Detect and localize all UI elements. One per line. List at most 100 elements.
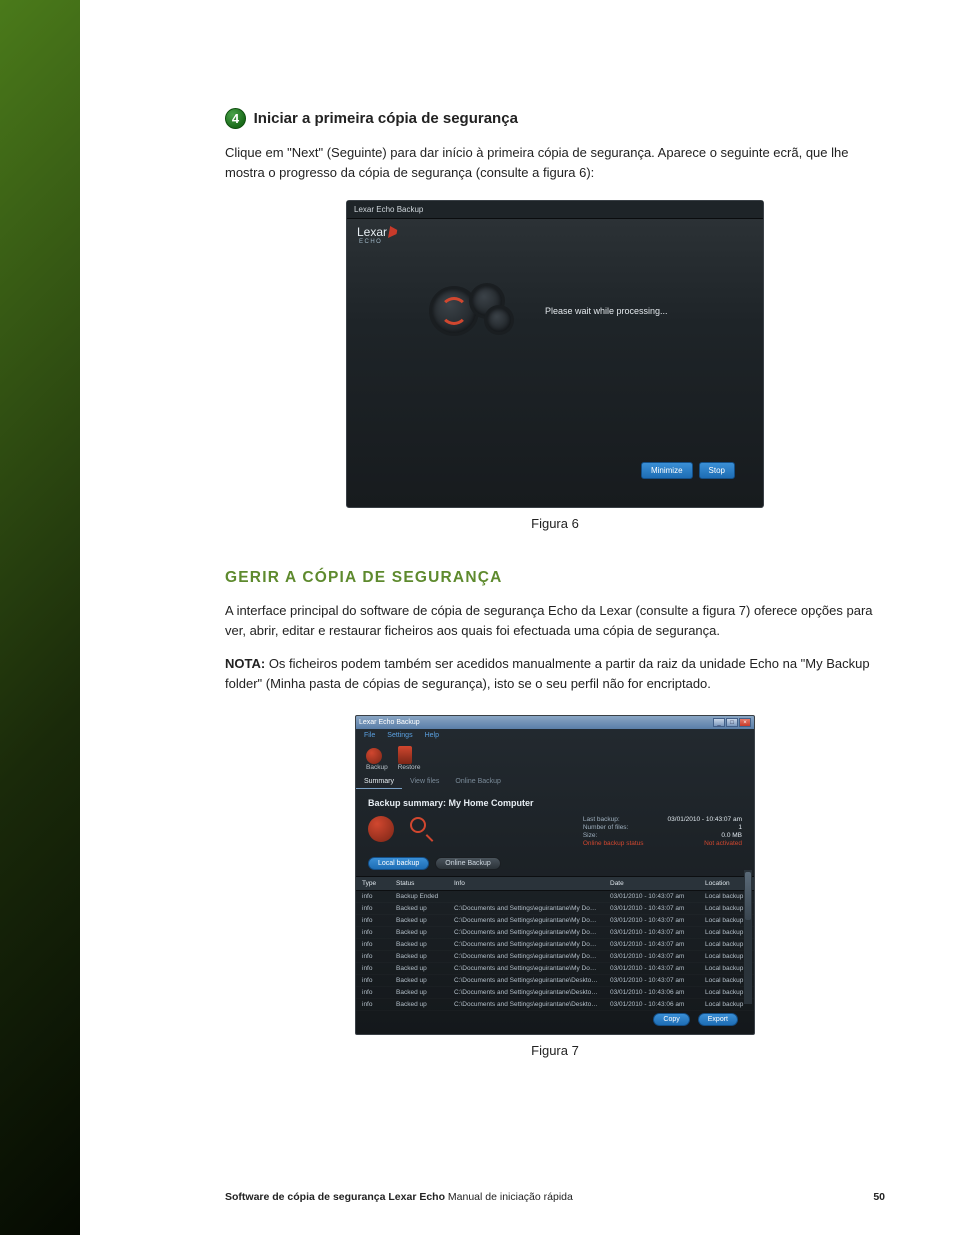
tab-bar: Summary View files Online Backup bbox=[356, 775, 754, 789]
cell-type: info bbox=[356, 951, 390, 963]
note-paragraph: NOTA: Os ficheiros podem também ser aced… bbox=[225, 654, 885, 693]
cell-info: C:\Documents and Settings\eguirantane\My… bbox=[448, 963, 604, 975]
step-title: Iniciar a primeira cópia de segurança bbox=[254, 110, 518, 127]
num-files-label: Number of files: bbox=[583, 824, 644, 831]
cell-date: 03/01/2010 - 10:43:06 am bbox=[604, 999, 699, 1011]
table-row[interactable]: infoBacked upC:\Documents and Settings\e… bbox=[356, 903, 754, 915]
main-window: Lexar Echo Backup _ □ × File Settings He… bbox=[355, 715, 755, 1035]
cell-info: C:\Documents and Settings\eguirantane\My… bbox=[448, 915, 604, 927]
section-paragraph: A interface principal do software de cóp… bbox=[225, 601, 885, 640]
export-button[interactable]: Export bbox=[698, 1013, 738, 1026]
note-text: Os ficheiros podem também ser acedidos m… bbox=[225, 656, 870, 691]
cell-date: 03/01/2010 - 10:43:07 am bbox=[604, 951, 699, 963]
table-row[interactable]: infoBacked upC:\Documents and Settings\e… bbox=[356, 999, 754, 1011]
col-date[interactable]: Date bbox=[604, 877, 699, 891]
close-window-icon[interactable]: × bbox=[739, 718, 751, 727]
table-row[interactable]: infoBacked upC:\Documents and Settings\e… bbox=[356, 951, 754, 963]
scrollbar-thumb[interactable] bbox=[745, 872, 751, 920]
step-header: 4 Iniciar a primeira cópia de segurança bbox=[225, 108, 885, 129]
cell-date: 03/01/2010 - 10:43:07 am bbox=[604, 891, 699, 903]
table-row[interactable]: infoBacked upC:\Documents and Settings\e… bbox=[356, 987, 754, 999]
maximize-window-icon[interactable]: □ bbox=[726, 718, 738, 727]
col-type[interactable]: Type bbox=[356, 877, 390, 891]
processing-window: Lexar Echo Backup Lexar ECHO Please wait… bbox=[346, 200, 764, 508]
table-row[interactable]: infoBacked upC:\Documents and Settings\e… bbox=[356, 915, 754, 927]
cell-type: info bbox=[356, 939, 390, 951]
figure-7-caption: Figura 7 bbox=[531, 1043, 579, 1058]
page-number: 50 bbox=[873, 1191, 885, 1203]
cell-status: Backed up bbox=[390, 915, 448, 927]
copy-button[interactable]: Copy bbox=[653, 1013, 689, 1026]
cell-status: Backed up bbox=[390, 999, 448, 1011]
table-row[interactable]: infoBacked upC:\Documents and Settings\e… bbox=[356, 939, 754, 951]
log-table: Type Status Info Date Location infoBacku… bbox=[356, 876, 754, 1011]
tab-online-backup[interactable]: Online Backup bbox=[447, 775, 509, 789]
cell-type: info bbox=[356, 987, 390, 999]
menu-bar: File Settings Help bbox=[356, 729, 754, 742]
cell-status: Backed up bbox=[390, 975, 448, 987]
cell-type: info bbox=[356, 999, 390, 1011]
cell-date: 03/01/2010 - 10:43:07 am bbox=[604, 903, 699, 915]
status-block: Last backup: 03/01/2010 - 10:43:07 am Nu… bbox=[583, 816, 742, 847]
backup-icon bbox=[366, 748, 382, 764]
window-titlebar: Lexar Echo Backup bbox=[347, 201, 763, 219]
scrollbar[interactable] bbox=[744, 870, 752, 1004]
cell-info: C:\Documents and Settings\eguirantane\My… bbox=[448, 903, 604, 915]
cell-info: C:\Documents and Settings\eguirantane\My… bbox=[448, 939, 604, 951]
online-status-label[interactable]: Online backup status bbox=[583, 840, 644, 847]
online-backup-button[interactable]: Online Backup bbox=[435, 857, 501, 870]
menu-settings[interactable]: Settings bbox=[387, 732, 412, 739]
col-status[interactable]: Status bbox=[390, 877, 448, 891]
last-backup-label: Last backup: bbox=[583, 816, 644, 823]
col-info[interactable]: Info bbox=[448, 877, 604, 891]
footer-product-reg: Manual de iniciação rápida bbox=[445, 1191, 573, 1203]
figure-6: Lexar Echo Backup Lexar ECHO Please wait… bbox=[225, 200, 885, 531]
page-content: 4 Iniciar a primeira cópia de segurança … bbox=[225, 108, 885, 1058]
tab-summary[interactable]: Summary bbox=[356, 775, 402, 789]
local-backup-button[interactable]: Local backup bbox=[368, 857, 429, 870]
tab-view-files[interactable]: View files bbox=[402, 775, 447, 789]
table-row[interactable]: infoBacked upC:\Documents and Settings\e… bbox=[356, 975, 754, 987]
cell-info: C:\Documents and Settings\eguirantane\De… bbox=[448, 975, 604, 987]
cell-type: info bbox=[356, 903, 390, 915]
minimize-button[interactable]: Minimize bbox=[641, 462, 693, 479]
summary-title: Backup summary: My Home Computer bbox=[356, 789, 754, 814]
page-side-strip bbox=[0, 0, 80, 1235]
logo-swoosh-icon bbox=[388, 226, 408, 238]
cell-info: C:\Documents and Settings\eguirantane\My… bbox=[448, 951, 604, 963]
table-row[interactable]: infoBackup Ended03/01/2010 - 10:43:07 am… bbox=[356, 891, 754, 903]
cell-date: 03/01/2010 - 10:43:07 am bbox=[604, 927, 699, 939]
table-row[interactable]: infoBacked upC:\Documents and Settings\e… bbox=[356, 963, 754, 975]
last-backup-value: 03/01/2010 - 10:43:07 am bbox=[668, 816, 742, 823]
toolbar-backup[interactable]: Backup bbox=[366, 748, 388, 771]
menu-help[interactable]: Help bbox=[425, 732, 439, 739]
cell-info: C:\Documents and Settings\eguirantane\De… bbox=[448, 999, 604, 1011]
cell-status: Backed up bbox=[390, 951, 448, 963]
cell-status: Backed up bbox=[390, 903, 448, 915]
cell-info: C:\Documents and Settings\eguirantane\My… bbox=[448, 927, 604, 939]
drive-icon bbox=[368, 816, 394, 842]
minimize-window-icon[interactable]: _ bbox=[713, 718, 725, 727]
footer-product-bold: Software de cópia de segurança Lexar Ech… bbox=[225, 1191, 445, 1203]
stop-button[interactable]: Stop bbox=[699, 462, 735, 479]
figure-6-caption: Figura 6 bbox=[531, 516, 579, 531]
table-row[interactable]: infoBacked upC:\Documents and Settings\e… bbox=[356, 927, 754, 939]
step-paragraph: Clique em "Next" (Seguinte) para dar iní… bbox=[225, 143, 885, 182]
cell-status: Backed up bbox=[390, 987, 448, 999]
note-label: NOTA: bbox=[225, 656, 265, 671]
cell-date: 03/01/2010 - 10:43:07 am bbox=[604, 975, 699, 987]
step-badge: 4 bbox=[225, 108, 246, 129]
cell-type: info bbox=[356, 915, 390, 927]
num-files-value: 1 bbox=[668, 824, 742, 831]
cell-date: 03/01/2010 - 10:43:07 am bbox=[604, 915, 699, 927]
search-icon[interactable] bbox=[410, 817, 434, 841]
toolbar-restore[interactable]: Restore bbox=[398, 746, 421, 771]
size-value: 0.0 MB bbox=[668, 832, 742, 839]
online-status-value[interactable]: Not activated bbox=[668, 840, 742, 847]
menu-file[interactable]: File bbox=[364, 732, 375, 739]
cell-type: info bbox=[356, 975, 390, 987]
cell-status: Backed up bbox=[390, 939, 448, 951]
processing-message: Please wait while processing... bbox=[545, 306, 668, 316]
restore-icon bbox=[398, 746, 412, 764]
window-titlebar[interactable]: Lexar Echo Backup _ □ × bbox=[356, 716, 754, 729]
